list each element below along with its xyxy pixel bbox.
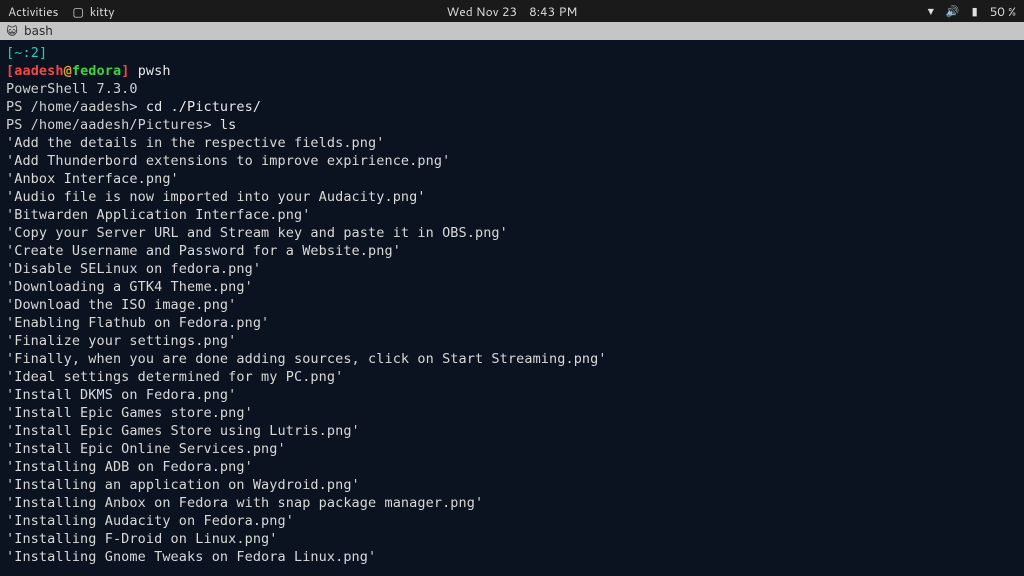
ls-output-line: 'Bitwarden Application Interface.png' <box>6 207 310 223</box>
prompt2-host: fedora <box>72 63 121 79</box>
menu-chevron-icon: ▼ <box>928 5 934 17</box>
volume-icon: 🔊 <box>946 3 960 19</box>
ls-output-line: 'Installing an application on Waydroid.p… <box>6 477 360 493</box>
tab-app-icon: 😺 <box>6 25 18 37</box>
ls-output-line: 'Install Epic Games store.png' <box>6 405 253 421</box>
app-indicator-icon: ▢ <box>73 3 84 20</box>
ps-prompt-2: PS /home/aadesh/Pictures> <box>6 117 220 133</box>
ls-output-line: 'Anbox Interface.png' <box>6 171 179 187</box>
app-name-label: kitty <box>90 3 115 20</box>
ls-output-line: 'Install Epic Online Services.png' <box>6 441 286 457</box>
ls-output-line: 'Installing Audacity on Fedora.png' <box>6 513 294 529</box>
ls-output-line: 'Install Epic Games Store using Lutris.p… <box>6 423 360 439</box>
ls-output-line: 'Download the ISO image.png' <box>6 297 236 313</box>
topbar-status-area[interactable]: ▼ 🔊 ▮ 50 % <box>928 3 1016 20</box>
ls-output-line: 'Install DKMS on Fedora.png' <box>6 387 236 403</box>
ls-output-line: 'Installing Gnome Tweaks on Fedora Linux… <box>6 549 376 565</box>
terminal-viewport[interactable]: [~:2] [aadesh@fedora] pwsh PowerShell 7.… <box>0 40 1024 576</box>
prompt-bracket-close: ] <box>39 45 47 61</box>
terminal-tabbar: 😺 bash <box>0 22 1024 40</box>
gnome-topbar: Activities ▢ kitty Wed Nov 23 8:43 PM ▼ … <box>0 0 1024 22</box>
ls-output-line: 'Finalize your settings.png' <box>6 333 236 349</box>
ls-output-line: 'Audio file is now imported into your Au… <box>6 189 426 205</box>
topbar-app[interactable]: ▢ kitty <box>73 3 115 20</box>
tab-title[interactable]: bash <box>24 24 53 38</box>
ls-output-line: 'Enabling Flathub on Fedora.png' <box>6 315 269 331</box>
prompt2-bracket-close: ] <box>121 63 129 79</box>
ls-output-line: 'Add the details in the respective field… <box>6 135 384 151</box>
prompt2-at: @ <box>64 63 72 79</box>
date-label: Wed Nov 23 <box>447 3 518 20</box>
ls-output-line: 'Disable SELinux on fedora.png' <box>6 261 261 277</box>
battery-percent-label: 50 % <box>990 3 1016 20</box>
ls-output-line: 'Copy your Server URL and Stream key and… <box>6 225 508 241</box>
cmd-ls: ls <box>220 117 236 133</box>
topbar-left: Activities ▢ kitty <box>8 3 115 20</box>
ls-output-line: 'Ideal settings determined for my PC.png… <box>6 369 343 385</box>
ls-output-line: 'Finally, when you are done adding sourc… <box>6 351 607 367</box>
prompt-colon: : <box>22 45 30 61</box>
powershell-version: PowerShell 7.3.0 <box>6 81 138 97</box>
cmd-pwsh: pwsh <box>138 63 171 79</box>
ls-output-line: 'Installing ADB on Fedora.png' <box>6 459 253 475</box>
cmd-cd: cd ./Pictures/ <box>146 99 261 115</box>
ps-prompt-1: PS /home/aadesh> <box>6 99 146 115</box>
prompt2-bracket-open: [ <box>6 63 14 79</box>
battery-icon: ▮ <box>972 3 978 19</box>
ls-output-line: 'Create Username and Password for a Webs… <box>6 243 401 259</box>
ls-output-line: 'Downloading a GTK4 Theme.png' <box>6 279 253 295</box>
ls-output-line: 'Installing Anbox on Fedora with snap pa… <box>6 495 483 511</box>
prompt2-user: aadesh <box>14 63 63 79</box>
prompt-jobnum: 2 <box>31 45 39 61</box>
time-label: 8:43 PM <box>529 3 577 20</box>
topbar-clock[interactable]: Wed Nov 23 8:43 PM <box>447 3 578 20</box>
activities-button[interactable]: Activities <box>8 3 59 20</box>
prompt-bracket-open: [ <box>6 45 14 61</box>
ls-output-line: 'Installing F-Droid on Linux.png' <box>6 531 278 547</box>
ls-output-line: 'Add Thunderbord extensions to improve e… <box>6 153 450 169</box>
